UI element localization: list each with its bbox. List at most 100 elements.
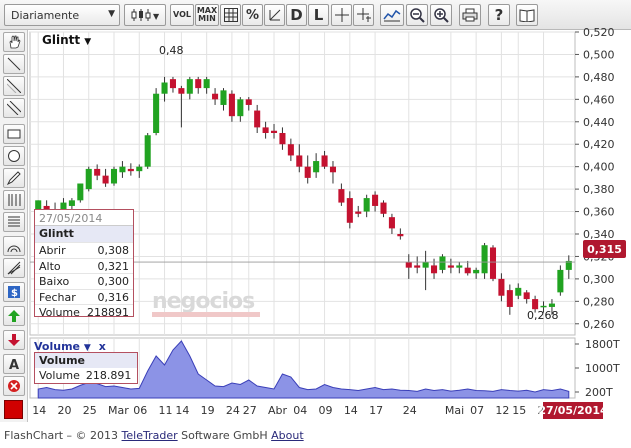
y-tick-label: 0,360: [583, 206, 615, 219]
candle-body: [346, 198, 353, 223]
candle-body: [237, 99, 244, 117]
candle-body: [161, 82, 168, 94]
instrument-selector[interactable]: Glintt ▼: [42, 33, 91, 47]
y-tick-label: 0,380: [583, 183, 615, 196]
candle-body: [228, 93, 235, 117]
candle-body: [456, 265, 463, 268]
footer-company: Software GmbH: [177, 429, 272, 442]
info-value: 0,316: [97, 290, 130, 304]
info-value: 0,321: [97, 259, 130, 273]
info-label: Abrir: [39, 244, 66, 257]
candle-body: [279, 133, 286, 145]
info-date: 27/05/2014: [35, 210, 133, 226]
x-tick-label: 09: [319, 404, 333, 417]
chevron-down-icon: ▼: [84, 37, 92, 47]
x-tick-label: 27: [243, 404, 257, 417]
candle-body: [464, 267, 471, 274]
x-tick-label: 24: [226, 404, 240, 417]
x-tick-label: 17: [369, 404, 383, 417]
candle-body: [77, 183, 84, 201]
y-tick-label: 0,500: [583, 48, 615, 61]
volume-tick-label: 200T: [585, 386, 613, 399]
candle-body: [397, 234, 404, 237]
y-tick-label: 0,480: [583, 71, 615, 84]
candle-body: [540, 305, 547, 308]
candle-body: [203, 79, 210, 89]
footer-copyright: FlashChart – © 2013: [4, 429, 122, 442]
candle-body: [186, 79, 193, 94]
x-tick-label: 06: [133, 404, 147, 417]
volume-tick-label: 1000T: [585, 362, 620, 375]
x-tick-label: 14: [344, 404, 358, 417]
info-label: Alto: [39, 259, 61, 273]
candle-body: [262, 127, 269, 133]
candle-body: [178, 88, 185, 94]
candle-body: [245, 99, 252, 105]
candle-body: [169, 79, 176, 89]
color-picker[interactable]: [4, 400, 23, 419]
info-row: Fechar 0,316: [35, 288, 133, 305]
x-tick-label: 24: [403, 404, 417, 417]
volume-tick-label: 1800T: [585, 338, 620, 351]
volume-title: Volume: [35, 353, 137, 368]
candle-body: [212, 93, 219, 100]
candle-body: [363, 198, 370, 212]
volume-info-box: Volume Volume 218.891: [34, 352, 138, 384]
candle-body: [321, 155, 328, 167]
candle-body: [498, 278, 505, 296]
candle-body: [388, 217, 395, 229]
volume-row: Volume 218.891: [35, 368, 137, 383]
y-tick-label: 0,280: [583, 295, 615, 308]
high-marker: 0,48: [159, 44, 184, 57]
candle-body: [136, 166, 143, 172]
candle-body: [489, 247, 497, 279]
candle-body: [422, 262, 429, 268]
info-row: Volume 218891: [35, 304, 133, 320]
candle-body: [557, 269, 564, 293]
candle-body: [220, 90, 227, 105]
x-tick-label: 14: [32, 404, 46, 417]
x-tick-label: 14: [175, 404, 189, 417]
candle-body: [380, 202, 387, 214]
info-name: Glintt: [35, 226, 133, 242]
info-value: 0,308: [97, 244, 130, 257]
y-tick-label: 0,400: [583, 161, 615, 174]
x-tick-label: 11: [159, 404, 173, 417]
candle-body: [270, 130, 278, 133]
info-label: Volume: [39, 306, 80, 319]
watermark: negocios: [152, 289, 255, 314]
x-tick-label: Mai: [445, 404, 464, 417]
candle-body: [515, 287, 522, 296]
info-value: 218891: [87, 306, 129, 319]
candle-body: [127, 168, 134, 172]
candle-body: [439, 256, 446, 270]
watermark-underline: [152, 312, 260, 317]
about-link[interactable]: About: [271, 429, 304, 442]
candle-body: [431, 265, 438, 274]
candle-body: [473, 269, 480, 274]
instrument-name: Glintt: [42, 33, 81, 47]
candle-body: [532, 299, 539, 310]
teletrader-link[interactable]: TeleTrader: [122, 429, 178, 442]
candle-body: [447, 265, 454, 268]
candle-body: [506, 290, 513, 307]
candle-body: [94, 168, 101, 176]
y-tick-label: 0,420: [583, 138, 615, 151]
info-value: 0,300: [97, 275, 130, 288]
info-label: Baixo: [39, 275, 70, 288]
candle-body: [195, 79, 202, 89]
y-tick-label: 0,440: [583, 116, 615, 129]
info-row: Baixo 0,300: [35, 273, 133, 289]
y-tick-label: 0,260: [583, 318, 615, 331]
current-date-badge: 27/05/2014: [538, 402, 608, 419]
x-tick-label: 15: [512, 404, 526, 417]
x-tick-label: 04: [293, 404, 307, 417]
candle-body: [287, 144, 294, 156]
candle-body: [405, 262, 412, 268]
candle-body: [102, 175, 109, 184]
candle-body: [144, 135, 151, 167]
candle-body: [254, 110, 261, 128]
candle-body: [68, 200, 75, 206]
info-label: Fechar: [39, 290, 76, 304]
candle-body: [481, 245, 488, 274]
